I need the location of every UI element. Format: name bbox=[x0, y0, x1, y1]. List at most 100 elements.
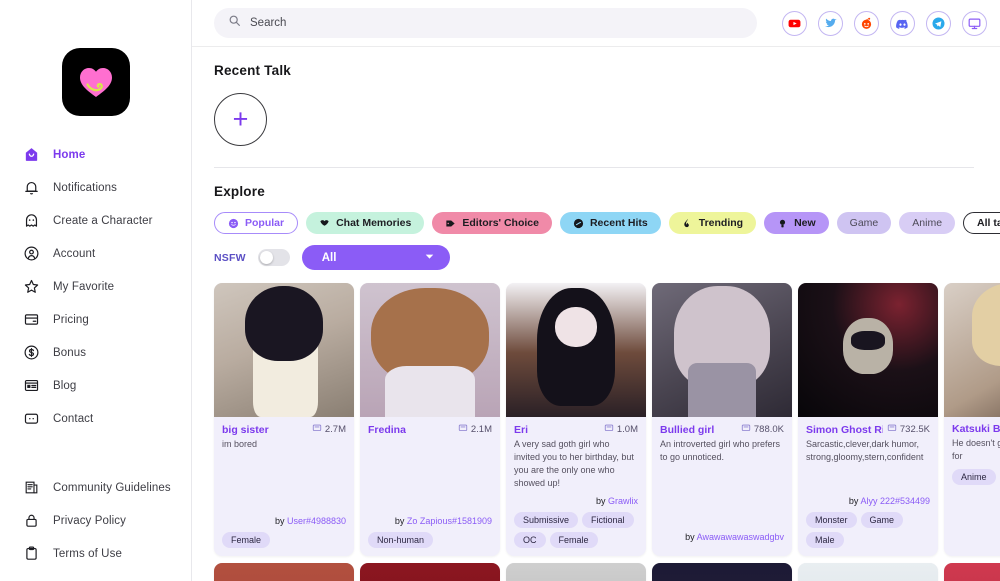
character-card[interactable] bbox=[944, 563, 1000, 581]
sidebar-item-terms-of-use[interactable]: Terms of Use bbox=[0, 537, 191, 570]
card-tags: Non-human bbox=[368, 532, 492, 549]
reddit-icon[interactable] bbox=[854, 10, 879, 36]
sidebar-item-create-a-character[interactable]: Create a Character bbox=[0, 204, 191, 237]
sidebar-item-notifications[interactable]: Notifications bbox=[0, 171, 191, 204]
chip-label: New bbox=[794, 217, 816, 229]
card-title: Simon Ghost Ril.. bbox=[806, 423, 883, 436]
card-author-name: Zo Zapious#1581909 bbox=[406, 516, 492, 527]
character-card[interactable] bbox=[652, 563, 792, 581]
character-card[interactable]: big sister 2.7M im bored by User#4988830… bbox=[214, 283, 354, 557]
card-description: im bored bbox=[222, 439, 258, 449]
main-content: Search Recent Talk + Explore Popular Cha… bbox=[192, 0, 1000, 581]
add-recent-talk-button[interactable]: + bbox=[214, 93, 267, 146]
character-card[interactable] bbox=[360, 563, 500, 581]
dropdown-value: All bbox=[321, 251, 337, 264]
sidebar-item-label: Create a Character bbox=[53, 214, 153, 227]
card-title: Katsuki B bbox=[952, 423, 1000, 435]
document-icon bbox=[22, 478, 41, 497]
search-icon bbox=[228, 14, 241, 32]
card-tag[interactable]: Fictional bbox=[582, 512, 634, 529]
card-tag[interactable]: Monster bbox=[806, 512, 857, 529]
recent-talk-title: Recent Talk bbox=[214, 63, 291, 78]
chip-editors-choice[interactable]: Editors' Choice bbox=[432, 212, 552, 234]
card-tag[interactable]: Female bbox=[549, 532, 598, 549]
nsfw-label: NSFW bbox=[214, 251, 246, 264]
card-tag[interactable]: Female bbox=[222, 532, 271, 549]
search-input[interactable]: Search bbox=[214, 8, 757, 38]
character-card[interactable]: Eri 1.0M A very sad goth girl who invite… bbox=[506, 283, 646, 557]
sidebar-item-blog[interactable]: Blog bbox=[0, 369, 191, 402]
chip-anime[interactable]: Anime bbox=[899, 212, 956, 234]
card-tag[interactable]: OC bbox=[514, 532, 546, 549]
card-author: by User#4988830 bbox=[222, 510, 346, 526]
chip-popular[interactable]: Popular bbox=[214, 212, 299, 234]
discord-icon[interactable] bbox=[890, 10, 915, 36]
card-body: big sister 2.7M im bored by User#4988830… bbox=[214, 417, 354, 556]
card-title: big sister bbox=[222, 423, 269, 436]
sidebar-item-privacy-policy[interactable]: Privacy Policy bbox=[0, 504, 191, 537]
youtube-icon[interactable] bbox=[782, 10, 807, 36]
star-icon bbox=[22, 277, 41, 296]
card-header: Simon Ghost Ril.. 732.5K bbox=[806, 423, 930, 436]
chip-all-tags[interactable]: All tags bbox=[963, 212, 1000, 234]
app-logo-heart-icon bbox=[61, 48, 130, 116]
card-count-value: 2.7M bbox=[324, 424, 346, 435]
message-icon bbox=[312, 423, 322, 436]
sidebar-item-pricing[interactable]: Pricing bbox=[0, 303, 191, 336]
card-chat-count: 788.0K bbox=[741, 423, 784, 436]
chip-trending[interactable]: Trending bbox=[668, 212, 757, 234]
card-tag[interactable]: Non-human bbox=[368, 532, 434, 549]
sidebar-item-community-guidelines[interactable]: Community Guidelines bbox=[0, 471, 191, 504]
sidebar-item-label: Account bbox=[53, 247, 96, 260]
card-author-name: Awawawawaswadgbv bbox=[696, 532, 784, 543]
explore-section: Explore Popular Chat Memories Editors' C… bbox=[214, 168, 1000, 581]
chip-recent-hits[interactable]: Recent Hits bbox=[559, 212, 661, 234]
card-image bbox=[214, 563, 354, 581]
character-card[interactable] bbox=[798, 563, 938, 581]
twitter-icon[interactable] bbox=[818, 10, 843, 36]
card-tags: Monster Game Male bbox=[806, 512, 930, 549]
chevron-down-icon bbox=[423, 250, 436, 266]
chip-label: Recent Hits bbox=[589, 217, 648, 229]
character-card[interactable]: Fredina 2.1M by Zo Zapious#1581909 Non-h… bbox=[360, 283, 500, 557]
chip-label: Anime bbox=[912, 217, 943, 229]
character-card[interactable]: Bullied girl 788.0K An introverted girl … bbox=[652, 283, 792, 557]
sidebar-item-label: Notifications bbox=[53, 181, 117, 194]
category-dropdown[interactable]: All bbox=[301, 245, 450, 270]
character-card[interactable] bbox=[214, 563, 354, 581]
chip-label: Trending bbox=[698, 217, 744, 229]
chip-game[interactable]: Game bbox=[836, 212, 892, 234]
content-area: Recent Talk + Explore Popular Chat Memor… bbox=[192, 47, 1000, 581]
card-author-prefix: by bbox=[685, 532, 697, 543]
sidebar-item-bonus[interactable]: Bonus bbox=[0, 336, 191, 369]
character-card[interactable]: Katsuki B He doesn't girlfriend, s prete… bbox=[944, 283, 1000, 557]
sidebar-item-label: My Favorite bbox=[53, 280, 115, 293]
telegram-icon[interactable] bbox=[926, 10, 951, 36]
card-title: Bullied girl bbox=[660, 423, 715, 436]
recent-talk-section: Recent Talk + bbox=[214, 47, 1000, 146]
monitor-icon[interactable] bbox=[962, 10, 987, 36]
logo-container[interactable] bbox=[0, 10, 191, 138]
sidebar-item-contact[interactable]: Contact bbox=[0, 402, 191, 435]
sidebar-item-account[interactable]: Account bbox=[0, 237, 191, 270]
card-description: Sarcastic,clever,dark humor, strong,gloo… bbox=[806, 439, 924, 463]
card-tag[interactable]: Male bbox=[806, 532, 844, 549]
card-tag[interactable]: Submissive bbox=[514, 512, 579, 529]
nsfw-toggle[interactable] bbox=[257, 249, 290, 266]
card-author: by Alyy 222#534499 bbox=[806, 490, 930, 506]
social-links bbox=[782, 10, 987, 36]
chip-chat-memories[interactable]: Chat Memories bbox=[306, 212, 425, 234]
card-tag[interactable]: Anime bbox=[952, 469, 996, 486]
card-chat-count: 2.1M bbox=[458, 423, 492, 436]
chip-new[interactable]: New bbox=[764, 212, 829, 234]
character-card[interactable] bbox=[506, 563, 646, 581]
sidebar-item-my-favorite[interactable]: My Favorite bbox=[0, 270, 191, 303]
sidebar-nav: Home Notifications Create a Character Ac… bbox=[0, 138, 191, 570]
card-count-value: 1.0M bbox=[616, 424, 638, 435]
card-description: A very sad goth girl who invited you to … bbox=[514, 439, 634, 489]
card-tag[interactable]: Game bbox=[860, 512, 904, 529]
sidebar-item-home[interactable]: Home bbox=[0, 138, 191, 171]
character-card[interactable]: Simon Ghost Ril.. 732.5K Sarcastic,cleve… bbox=[798, 283, 938, 557]
smiley-icon bbox=[228, 218, 239, 229]
